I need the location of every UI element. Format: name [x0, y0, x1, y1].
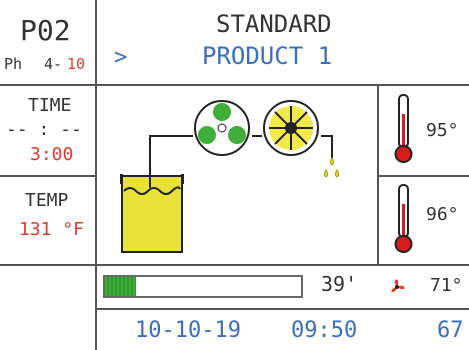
- pump-icon: [194, 100, 250, 156]
- phase-current: 4-: [44, 55, 63, 73]
- sensor-1-value: 95°: [426, 120, 459, 141]
- divider-footer: [95, 308, 469, 310]
- footer-clock: 09:50: [291, 318, 358, 343]
- footer-date: 10-10-19: [135, 318, 241, 343]
- phase-label: Ph: [4, 55, 23, 73]
- temp-value[interactable]: 131 °F: [19, 219, 84, 240]
- fan-value: 71°: [430, 275, 463, 296]
- process-diagram: [120, 100, 339, 253]
- divider-sensors: [377, 175, 469, 177]
- divider-header: [0, 84, 469, 86]
- progress-label: 39': [321, 272, 358, 296]
- tank-icon: [120, 174, 184, 253]
- progress-fill: [105, 277, 137, 296]
- program-code: P02: [20, 14, 71, 47]
- temp-label: TEMP: [25, 190, 69, 211]
- thermometer-icon: [394, 184, 413, 253]
- thermometer-icon: [394, 94, 413, 163]
- divider-bottom: [0, 264, 469, 266]
- divider-right: [377, 84, 379, 264]
- sensor-2-value: 96°: [426, 204, 459, 225]
- fan-icon: [391, 279, 405, 293]
- divider-time: [0, 175, 97, 177]
- drip-icon: [324, 157, 339, 178]
- product-name[interactable]: PRODUCT 1: [202, 42, 332, 70]
- footer-extra: 67: [437, 318, 464, 343]
- recipe-title: STANDARD: [216, 10, 332, 38]
- time-elapsed: -- : --: [6, 119, 82, 140]
- progress-bar: [103, 275, 303, 298]
- phase-total: 10: [67, 55, 86, 73]
- heater-icon: [263, 100, 319, 156]
- time-set[interactable]: 3:00: [30, 144, 73, 165]
- chevron-right-icon[interactable]: >: [114, 45, 127, 70]
- time-label: TIME: [28, 95, 72, 116]
